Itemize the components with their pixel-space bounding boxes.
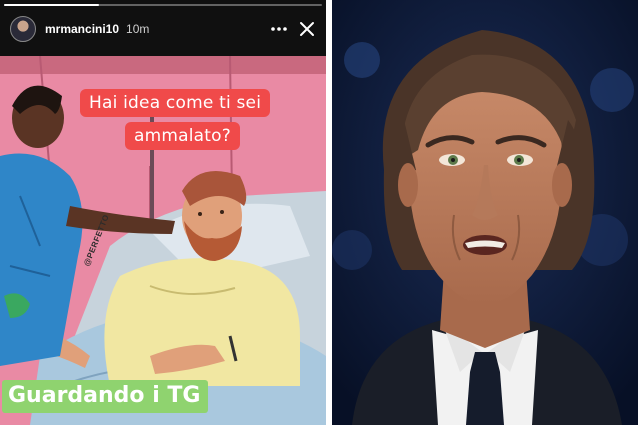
more-dots-icon[interactable] [268, 18, 290, 40]
speech-bubble-line-2: ammalato? [125, 122, 240, 150]
portrait-drawing [332, 0, 638, 425]
story-progress-bar [4, 4, 322, 6]
avatar[interactable] [10, 16, 36, 42]
portrait-photo [332, 0, 638, 425]
story-progress-fill [4, 4, 100, 6]
speech-bubble-line-1: Hai idea come ti sei [80, 89, 271, 117]
collage: mrmancini10 10m Hai idea come ti sei amm… [0, 0, 638, 425]
story-caption: Guardando i TG [2, 380, 209, 413]
story-timestamp: 10m [126, 22, 150, 36]
story-username[interactable]: mrmancini10 [45, 22, 119, 36]
instagram-story[interactable]: mrmancini10 10m Hai idea come ti sei amm… [0, 0, 326, 425]
story-header: mrmancini10 10m [10, 12, 318, 46]
comic-illustration: Hai idea come ti sei ammalato? @PERFETTO… [0, 56, 326, 425]
close-icon[interactable] [296, 18, 318, 40]
